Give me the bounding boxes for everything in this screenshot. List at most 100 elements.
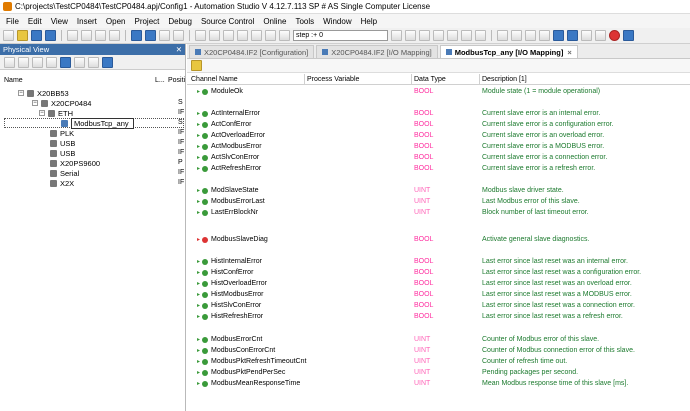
column-data-type[interactable]: Data Type [414,76,446,83]
new-icon[interactable] [3,30,14,41]
column-process-variable[interactable]: Process Variable [307,76,359,83]
table-row[interactable]: ▸ ActOverloadError BOOL Current slave error… [187,131,690,141]
table-row[interactable]: ▸ ActModbusError BOOL Current slave error i… [187,142,690,152]
copy-icon[interactable] [81,30,92,41]
tab-if2-io-mapping[interactable]: X20CP0484.IF2 [I/O Mapping] [316,45,438,58]
monitor-icon[interactable] [237,30,248,41]
power-icon[interactable] [609,30,620,41]
column-position[interactable]: Positi [168,77,185,84]
table-row[interactable]: ▸ ModuleOk BOOL Module state (1 = module op… [187,87,690,97]
delete-icon[interactable] [109,30,120,41]
menu-view[interactable]: View [51,17,68,26]
tree-item-plk[interactable]: PLK [50,128,74,138]
tree-item-x20ps9600[interactable]: X20PS9600 [50,158,100,168]
compare-icon[interactable] [497,30,508,41]
table-row[interactable]: ▸ HistConfError BOOL Last error since last … [187,268,690,278]
logger-icon[interactable] [447,30,458,41]
tree-item-x2x[interactable]: X2X [50,178,74,188]
transfer-icon[interactable] [223,30,234,41]
menu-file[interactable]: File [6,17,19,26]
sort-icon[interactable] [46,56,57,68]
table-row[interactable]: ▸ HistInternalError BOOL Last error since l… [187,257,690,267]
column-divider[interactable] [479,74,480,85]
menu-window[interactable]: Window [323,17,351,26]
collapse-toggle[interactable]: − [18,90,24,96]
collapse-toggle[interactable]: − [39,110,45,116]
table-row[interactable]: ▸ HistRefreshError BOOL Last error since la… [187,312,690,322]
tab-modbustcp-io-mapping[interactable]: ModbusTcp_any [I/O Mapping] × [439,45,578,58]
column-l[interactable]: L... [155,77,165,84]
watch-icon[interactable] [419,30,430,41]
menu-tools[interactable]: Tools [295,17,314,26]
tree-item-usb-1[interactable]: USB [50,138,75,148]
undo-icon[interactable] [131,30,142,41]
help-icon[interactable] [539,30,550,41]
column-divider[interactable] [411,74,412,85]
table-row[interactable]: ▸ ModbusSlaveDiag BOOL Activate general sla… [187,235,690,245]
io-settings-icon[interactable] [191,60,202,71]
breakpoint-icon[interactable] [251,30,262,41]
step-over-icon[interactable] [279,30,290,41]
menu-source-control[interactable]: Source Control [201,17,254,26]
menu-insert[interactable]: Insert [77,17,97,26]
cold-restart-icon[interactable] [595,30,606,41]
zoom-icon[interactable] [511,30,522,41]
save-all-icon[interactable] [45,30,56,41]
run-icon[interactable] [391,30,402,41]
tree-item-usb-2[interactable]: USB [50,148,75,158]
table-row[interactable]: ▸ HistSlvConError BOOL Last error since las… [187,301,690,311]
column-divider[interactable] [304,74,305,85]
table-row[interactable]: ▸ ActInternalError BOOL Current slave error… [187,109,690,119]
close-tab-icon[interactable]: × [567,48,571,57]
tree-item-eth[interactable]: − ETH [39,108,73,118]
tree-item-modbustcp-any[interactable]: ModbusTcp_any [4,117,184,129]
tree-item-x20bb53[interactable]: − X20BB53 [18,88,69,98]
properties-icon[interactable] [525,30,536,41]
profiler-icon[interactable] [461,30,472,41]
column-channel-name[interactable]: Channel Name [191,76,238,83]
configuration-icon[interactable] [102,56,113,68]
menu-open[interactable]: Open [106,17,126,26]
rebuild-icon[interactable] [209,30,220,41]
menu-help[interactable]: Help [361,17,377,26]
open-folder-icon[interactable] [17,30,28,41]
menu-online[interactable]: Online [263,17,286,26]
collapse-all-icon[interactable] [18,56,29,68]
menu-project[interactable]: Project [134,17,159,26]
trace-icon[interactable] [433,30,444,41]
table-row[interactable]: ▸ HistOverloadError BOOL Last error since l… [187,279,690,289]
cut-icon[interactable] [67,30,78,41]
table-row[interactable]: ▸ LastErrBlockNr UINT Block number of last … [187,208,690,218]
collapse-toggle[interactable]: − [32,100,38,106]
warm-restart-icon[interactable] [581,30,592,41]
table-row[interactable]: ▸ ModbusMeanResponseTime UINT Mean Modbus r… [187,379,690,389]
step-combobox[interactable]: step :+ 0 [293,30,388,41]
step-into-icon[interactable] [265,30,276,41]
filter-icon[interactable] [32,56,43,68]
pause-icon[interactable] [405,30,416,41]
connect-icon[interactable] [623,30,634,41]
column-description[interactable]: Description [1] [482,76,527,83]
build-icon[interactable] [195,30,206,41]
menu-edit[interactable]: Edit [28,17,42,26]
network-icon[interactable] [74,56,85,68]
table-row[interactable]: ▸ ActRefreshError BOOL Current slave error … [187,164,690,174]
find-icon[interactable] [159,30,170,41]
rename-input[interactable]: ModbusTcp_any [71,117,134,129]
close-icon[interactable]: ✕ [176,45,182,54]
replace-icon[interactable] [173,30,184,41]
settings-icon[interactable] [475,30,486,41]
table-row[interactable]: ▸ ModbusErrorCnt UINT Counter of Modbus err… [187,335,690,345]
table-row[interactable]: ▸ ModbusPktPendPerSec UINT Pending packages… [187,368,690,378]
save-icon[interactable] [31,30,42,41]
table-row[interactable]: ▸ ModbusPktRefreshTimeoutCnt UINT Counter o… [187,357,690,367]
table-row[interactable]: ▸ ModbusErrorLast UINT Last Modbus error of… [187,197,690,207]
tab-if2-configuration[interactable]: X20CP0484.IF2 [Configuration] [189,45,315,58]
properties-icon[interactable] [88,56,99,68]
table-row[interactable]: ▸ ActSlvConError BOOL Current slave error i… [187,153,690,163]
menu-debug[interactable]: Debug [168,17,192,26]
online-info-icon[interactable] [553,30,564,41]
tree-item-serial[interactable]: Serial [50,168,79,178]
hardware-icon[interactable] [60,56,71,68]
paste-icon[interactable] [95,30,106,41]
